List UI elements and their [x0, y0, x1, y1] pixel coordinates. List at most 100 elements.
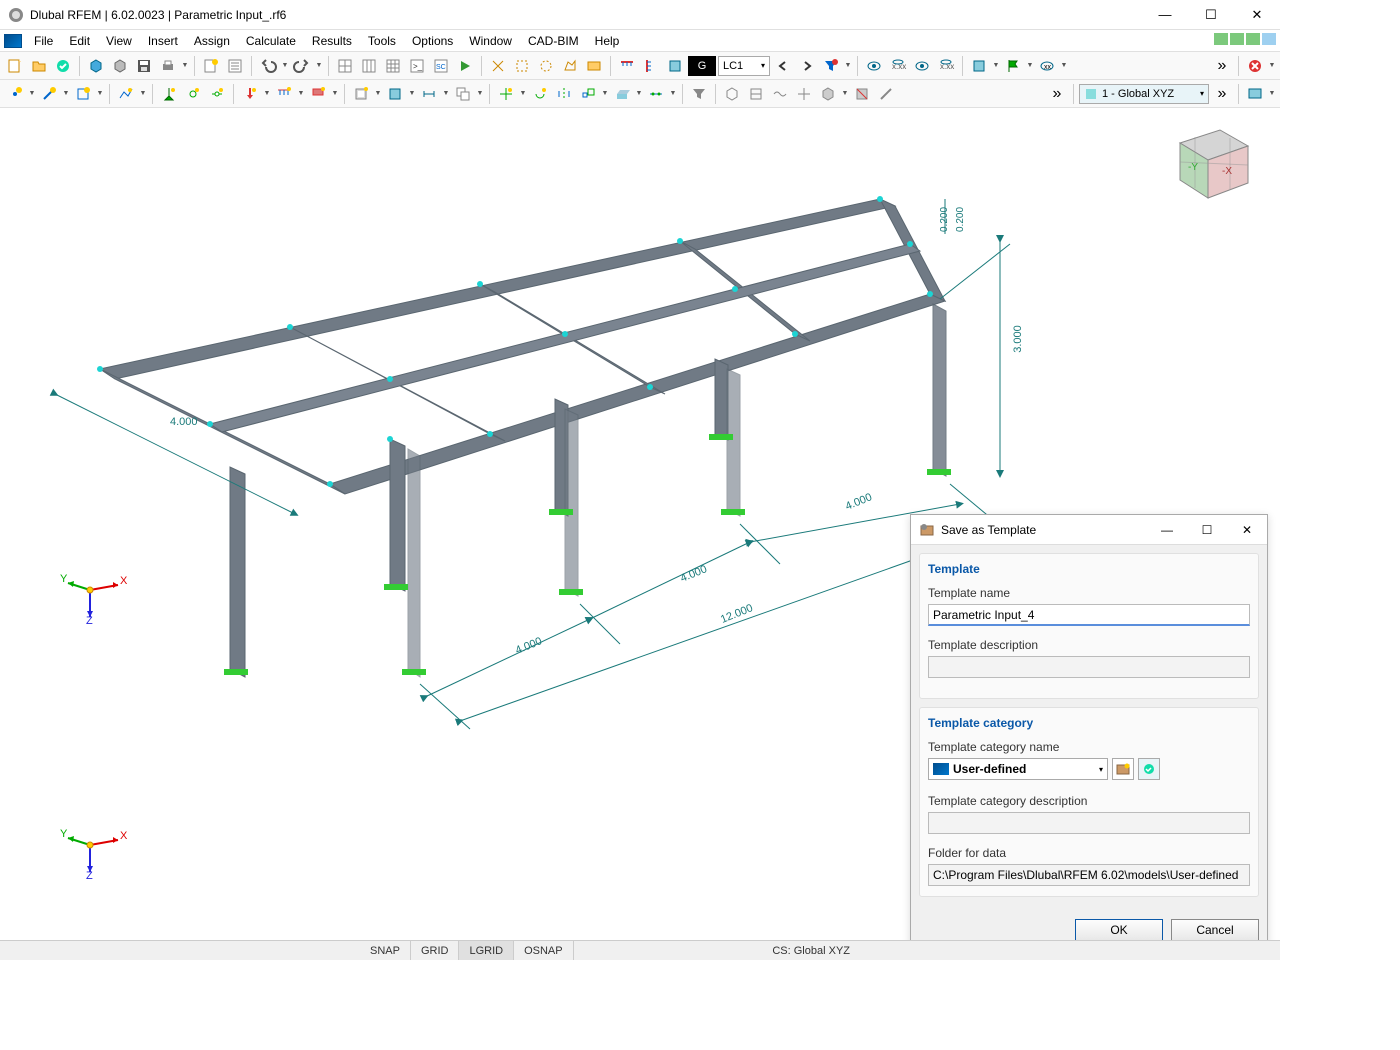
- filter-red-icon[interactable]: [820, 55, 842, 77]
- member-icon[interactable]: [38, 83, 60, 105]
- display-icon[interactable]: [1244, 83, 1266, 105]
- prev-icon[interactable]: [772, 55, 794, 77]
- solid-icon[interactable]: [384, 83, 406, 105]
- menu-calculate[interactable]: Calculate: [238, 32, 304, 50]
- dropdown-icon[interactable]: ▼: [408, 90, 416, 97]
- filter-icon[interactable]: [688, 83, 710, 105]
- menu-cadbim[interactable]: CAD-BIM: [520, 32, 587, 50]
- dropdown-icon[interactable]: ▼: [442, 90, 450, 97]
- table2-icon[interactable]: [358, 55, 380, 77]
- load-force-icon[interactable]: [239, 83, 261, 105]
- dropdown-icon[interactable]: ▼: [139, 90, 147, 97]
- maximize-button[interactable]: ☐: [1188, 0, 1234, 30]
- dropdown-icon[interactable]: ▼: [297, 90, 305, 97]
- dropdown-icon[interactable]: ▼: [315, 62, 323, 69]
- dropdown-icon[interactable]: ▼: [669, 90, 677, 97]
- template-desc-input[interactable]: [928, 656, 1250, 678]
- select-rect-icon[interactable]: [511, 55, 533, 77]
- overflow-icon[interactable]: »: [1046, 83, 1068, 105]
- dropdown-icon[interactable]: ▼: [1268, 62, 1276, 69]
- dropdown-icon[interactable]: ▼: [844, 62, 852, 69]
- dropdown-icon[interactable]: ▼: [263, 90, 271, 97]
- load-area-icon[interactable]: [307, 83, 329, 105]
- loadcase-select[interactable]: LC1▾: [718, 56, 770, 76]
- menu-edit[interactable]: Edit: [61, 32, 98, 50]
- opening-icon[interactable]: [350, 83, 372, 105]
- select-poly-icon[interactable]: [559, 55, 581, 77]
- ok-button[interactable]: OK: [1075, 919, 1163, 941]
- menu-insert[interactable]: Insert: [140, 32, 186, 50]
- category-select[interactable]: User-defined▾: [928, 758, 1108, 780]
- cube-blue-icon[interactable]: [85, 55, 107, 77]
- release-icon[interactable]: [206, 83, 228, 105]
- select-window-icon[interactable]: [583, 55, 605, 77]
- view-label2-icon[interactable]: x.xx: [935, 55, 957, 77]
- dropdown-icon[interactable]: ▼: [476, 90, 484, 97]
- cloud-icon[interactable]: [52, 55, 74, 77]
- dropdown-icon[interactable]: ▼: [374, 90, 382, 97]
- dropdown-icon[interactable]: ▼: [601, 90, 609, 97]
- select-lasso-icon[interactable]: [487, 55, 509, 77]
- load-line-icon[interactable]: [273, 83, 295, 105]
- new-star-icon[interactable]: [200, 55, 222, 77]
- clip-icon[interactable]: [851, 83, 873, 105]
- menu-assign[interactable]: Assign: [186, 32, 238, 50]
- load-top-icon[interactable]: [616, 55, 638, 77]
- new-icon[interactable]: [4, 55, 26, 77]
- dropdown-icon[interactable]: ▼: [519, 90, 527, 97]
- grid-icon[interactable]: [382, 55, 404, 77]
- mirror-icon[interactable]: [553, 83, 575, 105]
- view-deformed-icon[interactable]: [769, 83, 791, 105]
- polyline-icon[interactable]: [115, 83, 137, 105]
- rotate-icon[interactable]: [529, 83, 551, 105]
- view-solid-icon[interactable]: [817, 83, 839, 105]
- next-icon[interactable]: [796, 55, 818, 77]
- dropdown-icon[interactable]: ▼: [331, 90, 339, 97]
- view-flag-icon[interactable]: [1002, 55, 1024, 77]
- dialog-titlebar[interactable]: Save as Template ― ☐ ✕: [911, 515, 1267, 545]
- undo-icon[interactable]: [257, 55, 279, 77]
- view-eye2-icon[interactable]: [911, 55, 933, 77]
- script-icon[interactable]: SC: [430, 55, 452, 77]
- menu-file[interactable]: File: [26, 32, 61, 50]
- open-icon[interactable]: [28, 55, 50, 77]
- dropdown-icon[interactable]: ▼: [1268, 90, 1276, 97]
- dialog-maximize-button[interactable]: ☐: [1187, 515, 1227, 545]
- menu-results[interactable]: Results: [304, 32, 360, 50]
- save-icon[interactable]: [133, 55, 155, 77]
- cancel-button[interactable]: Cancel: [1171, 919, 1259, 941]
- overflow2-icon[interactable]: »: [1211, 83, 1233, 105]
- folder-input[interactable]: [928, 864, 1250, 886]
- select-circle-icon[interactable]: [535, 55, 557, 77]
- print-icon[interactable]: [157, 55, 179, 77]
- measure-icon[interactable]: [875, 83, 897, 105]
- load-side-icon[interactable]: [640, 55, 662, 77]
- category-folder-button[interactable]: [1112, 758, 1134, 780]
- copy-icon[interactable]: [452, 83, 474, 105]
- loadcase-type[interactable]: G: [688, 56, 716, 76]
- dropdown-icon[interactable]: ▼: [96, 90, 104, 97]
- category-desc-input[interactable]: [928, 812, 1250, 834]
- menu-tools[interactable]: Tools: [360, 32, 404, 50]
- status-grid[interactable]: GRID: [411, 941, 460, 960]
- redo-icon[interactable]: [291, 55, 313, 77]
- view-cube-icon[interactable]: [968, 55, 990, 77]
- dimension-icon[interactable]: [418, 83, 440, 105]
- dropdown-icon[interactable]: ▼: [62, 90, 70, 97]
- overflow-icon[interactable]: »: [1211, 55, 1233, 77]
- dropdown-icon[interactable]: ▼: [1026, 62, 1034, 69]
- app-logo-icon[interactable]: [4, 34, 22, 48]
- hinge-icon[interactable]: [182, 83, 204, 105]
- view-iso-icon[interactable]: [721, 83, 743, 105]
- nav-cube[interactable]: -Y -X: [1160, 118, 1260, 208]
- menu-options[interactable]: Options: [404, 32, 461, 50]
- run-icon[interactable]: [454, 55, 476, 77]
- dropdown-icon[interactable]: ▼: [992, 62, 1000, 69]
- minimize-button[interactable]: ―: [1142, 0, 1188, 30]
- list-icon[interactable]: [224, 55, 246, 77]
- view-front-icon[interactable]: [745, 83, 767, 105]
- console-icon[interactable]: >_: [406, 55, 428, 77]
- view-eye-icon[interactable]: [863, 55, 885, 77]
- category-cloud-button[interactable]: [1138, 758, 1160, 780]
- scale-icon[interactable]: [577, 83, 599, 105]
